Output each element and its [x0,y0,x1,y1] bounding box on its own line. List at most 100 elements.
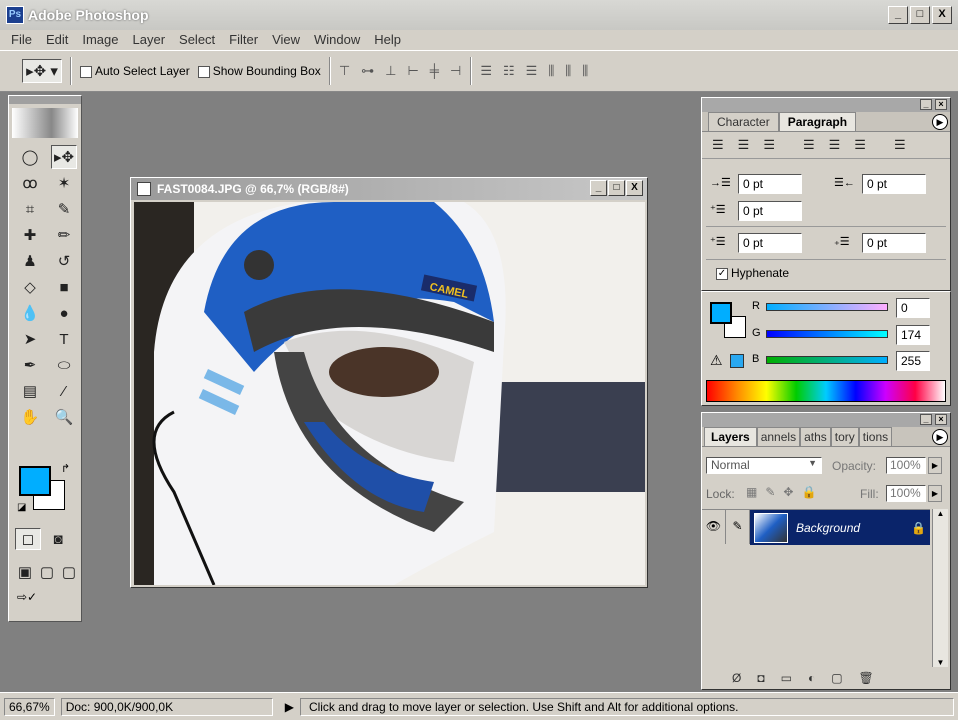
layer-style-icon[interactable]: Ø [732,671,741,685]
screen-mode-full-icon[interactable]: ▢ [59,560,79,584]
shape-tool-icon[interactable]: ⬭ [51,353,77,377]
justify-last-right-icon[interactable]: ☰ [854,137,866,153]
brush-tool-icon[interactable]: ✏ [51,223,77,247]
marquee-tool-icon[interactable]: ◯ [17,145,43,169]
distribute-right-icon[interactable]: ⫼ [582,63,589,79]
align-hcenter-icon[interactable]: ╪ [430,63,440,79]
new-group-icon[interactable]: ▭ [781,671,792,685]
color-foreground-swatch[interactable] [710,302,732,324]
palette-close-button[interactable]: × [935,99,947,110]
justify-last-center-icon[interactable]: ☰ [829,137,841,153]
adobe-feather-logo[interactable] [12,108,78,138]
pen-tool-icon[interactable]: ✒ [17,353,43,377]
eye-visibility-icon[interactable]: 👁 [702,510,726,544]
toolbox-grip[interactable] [9,96,81,104]
slice-tool-icon[interactable]: ✎ [51,197,77,221]
eraser-tool-icon[interactable]: ◇ [17,275,43,299]
menu-view[interactable]: View [265,30,307,50]
palette-minimize-button[interactable]: _ [920,99,932,110]
zoom-tool-icon[interactable]: 🔍 [51,405,77,429]
standard-mode-icon[interactable]: ◻ [15,528,41,550]
doc-maximize-button[interactable]: □ [608,180,625,196]
space-before-field[interactable]: 0 pt [738,233,802,253]
align-left-icon[interactable]: ⊢ [407,63,419,79]
space-after-field[interactable]: 0 pt [862,233,926,253]
maximize-button[interactable]: □ [910,6,930,24]
lasso-tool-icon[interactable]: ꝏ [17,171,43,195]
swap-colors-icon[interactable]: ↱ [61,462,70,475]
indent-right-field[interactable]: 0 pt [862,174,926,194]
justify-all-icon[interactable]: ☰ [894,137,906,153]
palette-menu-icon[interactable]: ▶ [932,114,948,130]
path-select-icon[interactable]: ➤ [17,327,43,351]
crop-tool-icon[interactable]: ⌗ [17,197,43,221]
center-text-icon[interactable]: ☰ [738,137,750,153]
auto-select-layer-checkbox[interactable]: Auto Select Layer [80,64,190,78]
jump-to-imageready-icon[interactable]: ⇨✓ [17,590,37,604]
hyphenate-checkbox[interactable]: ✓ Hyphenate [716,266,789,280]
palette-minimize-button[interactable]: _ [920,414,932,425]
dodge-tool-icon[interactable]: ● [51,301,77,325]
lock-position-icon[interactable]: ✥ [783,485,793,499]
indent-left-field[interactable]: 0 pt [738,174,802,194]
blend-mode-select[interactable]: Normal ▼ [706,457,822,474]
palette-close-button[interactable]: × [935,414,947,425]
align-vcenter-icon[interactable]: ⊶ [361,63,375,79]
tab-channels[interactable]: annels [756,427,801,446]
align-buttons[interactable]: ⊤ ⊶ ⊥ ⊢ ╪ ⊣ [339,63,463,79]
show-bounding-box-checkbox[interactable]: Show Bounding Box [197,64,321,78]
new-layer-icon[interactable]: ▢ [831,671,842,685]
layer-mask-icon[interactable]: ◘ [757,671,764,685]
tab-paragraph[interactable]: Paragraph [778,112,857,131]
distribute-vcenter-icon[interactable]: ☷ [503,63,516,79]
r-slider[interactable] [766,303,888,311]
gradient-tool-icon[interactable]: ■ [51,275,77,299]
align-top-icon[interactable]: ⊤ [339,63,351,79]
fill-arrow-button[interactable]: ▶ [928,485,942,502]
zoom-level-field[interactable]: 66,67% [4,697,55,716]
quick-mask-icon[interactable]: ◙ [45,528,71,550]
menu-filter[interactable]: Filter [222,30,265,50]
align-right-text-icon[interactable]: ☰ [763,137,775,153]
b-field[interactable]: 255 [896,351,930,371]
default-colors-icon[interactable]: ◪ [17,502,26,513]
history-brush-icon[interactable]: ↺ [51,249,77,273]
tab-actions[interactable]: tions [858,427,893,446]
distribute-bottom-icon[interactable]: ☰ [526,63,539,79]
move-tool-preset-picker[interactable]: ▸✥ ▾ [22,59,62,83]
justify-last-left-icon[interactable]: ☰ [803,137,815,153]
tab-layers[interactable]: Layers [704,427,757,446]
menu-layer[interactable]: Layer [126,30,173,50]
lock-image-icon[interactable]: ✎ [765,485,775,499]
document-title-bar[interactable]: FAST0084.JPG @ 66,7% (RGB/8#) _ □ X [131,178,647,200]
move-tool-icon[interactable]: ▸✥ [51,145,77,169]
stamp-tool-icon[interactable]: ♟ [17,249,43,273]
distribute-top-icon[interactable]: ☰ [480,63,493,79]
foreground-color-swatch[interactable] [19,466,51,496]
align-left-text-icon[interactable]: ☰ [712,137,724,153]
hand-tool-icon[interactable]: ✋ [17,405,43,429]
delete-layer-icon[interactable]: 🗑 [859,671,874,685]
distribute-left-icon[interactable]: ⫼ [548,63,555,79]
doc-close-button[interactable]: X [626,180,643,196]
align-bottom-icon[interactable]: ⊥ [385,63,397,79]
gamut-warning-icon[interactable]: ⚠ [710,352,723,369]
tab-paths[interactable]: aths [800,427,831,446]
healing-brush-icon[interactable]: ✚ [17,223,43,247]
color-ramp[interactable] [706,380,946,402]
doc-minimize-button[interactable]: _ [590,180,607,196]
lock-all-icon[interactable]: 🔒 [801,485,816,499]
palette-title-bar[interactable]: _ × [702,413,950,427]
tab-character[interactable]: Character [708,112,779,131]
notes-tool-icon[interactable]: ▤ [17,379,43,403]
menu-window[interactable]: Window [307,30,367,50]
b-slider[interactable] [766,356,888,364]
indent-first-line-field[interactable]: 0 pt [738,201,802,221]
menu-image[interactable]: Image [75,30,125,50]
layer-row-background[interactable]: 👁 ✎ Background 🔒 [702,509,930,545]
distribute-buttons[interactable]: ☰ ☷ ☰ ⫼ ⫼ ⫼ [480,63,589,79]
gamut-color-swatch[interactable] [730,354,744,368]
align-right-icon[interactable]: ⊣ [450,63,462,79]
distribute-hcenter-icon[interactable]: ⫼ [565,63,572,79]
close-button[interactable]: X [932,6,952,24]
